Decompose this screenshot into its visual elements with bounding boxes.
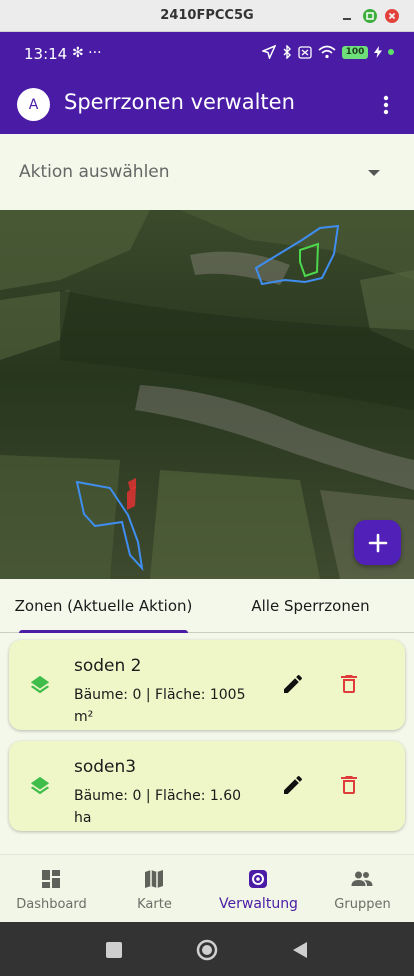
zone-details: Bäume: 0 | Fläche: 1005 m² <box>74 687 246 725</box>
status-time: 13:14 <box>24 45 68 63</box>
notification-icons: ✻ ··· <box>72 45 102 61</box>
charging-icon <box>374 46 382 58</box>
layers-icon <box>30 675 50 694</box>
privacy-dot <box>388 49 394 55</box>
more-vert-icon[interactable] <box>374 93 398 117</box>
tab-all-zones[interactable]: Alle Sperrzonen <box>207 579 414 633</box>
tab-current-action[interactable]: Zonen (Aktuelle Aktion) <box>0 579 207 633</box>
zone-details: Bäume: 0 | Fläche: 1.60 ha <box>74 788 242 826</box>
wifi-icon <box>318 45 336 59</box>
edit-icon[interactable] <box>281 773 305 797</box>
system-navigation <box>0 922 414 976</box>
nav-item-dashboard[interactable]: Dashboard <box>0 855 103 923</box>
add-zone-button[interactable] <box>354 520 401 565</box>
list-item[interactable]: soden 2 Bäume: 0 | Fläche: 1005 m² <box>9 640 405 730</box>
location-icon <box>262 45 276 59</box>
nav-label: Gruppen <box>334 897 391 912</box>
recents-icon[interactable] <box>103 939 125 961</box>
nav-label: Verwaltung <box>219 896 298 912</box>
list-item[interactable]: soden3 Bäume: 0 | Fläche: 1.60 ha <box>9 741 405 831</box>
delete-icon[interactable] <box>337 773 361 797</box>
app-bar: A Sperrzonen verwalten <box>0 76 414 134</box>
maximize-icon[interactable] <box>363 9 377 23</box>
page-title: Sperrzonen verwalten <box>64 90 295 114</box>
nav-item-groups[interactable]: Gruppen <box>311 855 414 923</box>
status-bar: 13:14 ✻ ··· 100 <box>0 32 414 76</box>
dashboard-icon <box>42 870 60 888</box>
battery-icon: 100 <box>342 45 368 59</box>
plus-icon <box>368 533 387 552</box>
map-imagery <box>0 210 414 579</box>
satellite-map[interactable] <box>0 210 414 579</box>
status-right-icons: 100 <box>262 45 394 59</box>
chevron-down-icon <box>368 170 380 176</box>
edit-icon[interactable] <box>281 672 305 696</box>
back-icon[interactable] <box>289 939 311 961</box>
nav-label: Dashboard <box>16 897 87 912</box>
home-icon[interactable] <box>196 939 218 961</box>
group-icon <box>351 871 373 886</box>
action-dropdown-placeholder: Aktion auswählen <box>19 162 170 182</box>
minimize-icon[interactable] <box>340 9 354 23</box>
bluetooth-icon <box>283 45 291 59</box>
nav-item-management[interactable]: Verwaltung <box>207 855 310 923</box>
delete-icon[interactable] <box>337 672 361 696</box>
map-icon <box>145 870 163 888</box>
action-dropdown[interactable]: Aktion auswählen <box>0 134 414 210</box>
nav-label: Karte <box>137 897 172 912</box>
avatar[interactable]: A <box>17 88 50 121</box>
window-title-bar: 2410FPCC5G <box>0 0 414 32</box>
nav-item-map[interactable]: Karte <box>103 855 206 923</box>
bottom-navigation: Dashboard Karte Verwaltung Gruppen <box>0 854 414 922</box>
zone-name: soden3 <box>74 757 137 777</box>
sim-off-icon <box>298 45 312 59</box>
zone-name: soden 2 <box>74 656 142 676</box>
zone-list: soden 2 Bäume: 0 | Fläche: 1005 m² soden… <box>0 634 414 854</box>
zone-tabs: Zonen (Aktuelle Aktion) Alle Sperrzonen <box>0 579 414 633</box>
settings-icon <box>249 870 267 888</box>
tab-indicator <box>19 630 188 633</box>
layers-icon <box>30 776 50 795</box>
close-icon[interactable] <box>385 9 399 23</box>
